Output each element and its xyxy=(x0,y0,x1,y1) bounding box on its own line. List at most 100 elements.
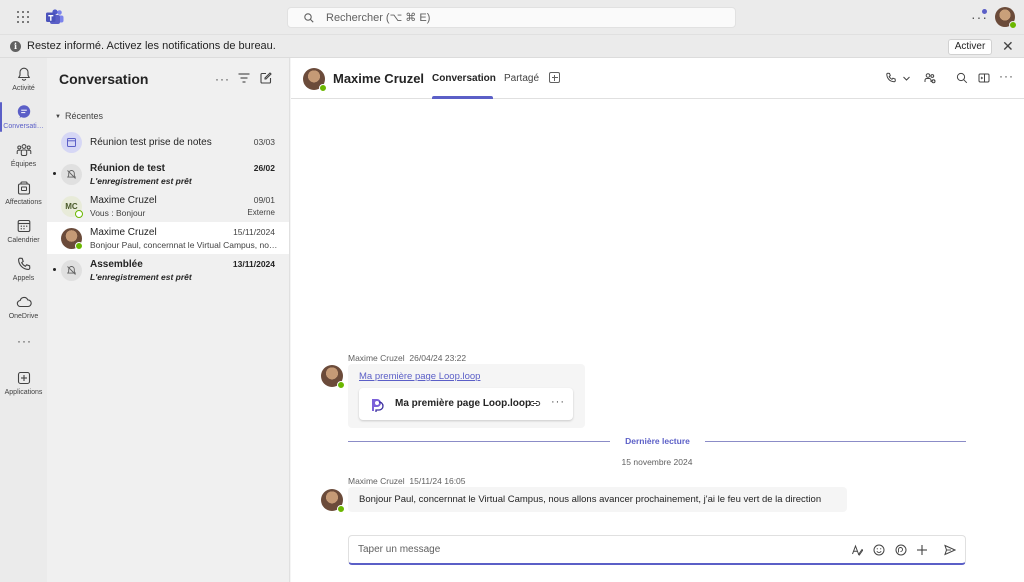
section-recent[interactable]: ▼ Récentes xyxy=(55,111,103,121)
presence-away-icon xyxy=(75,210,83,218)
presence-available-icon xyxy=(75,242,83,250)
chat-icon xyxy=(17,105,30,118)
more-options-icon[interactable]: ··· xyxy=(551,396,565,408)
rail-label: Affectations xyxy=(5,199,42,206)
chevron-down-icon[interactable] xyxy=(902,72,911,84)
search-icon[interactable] xyxy=(956,72,968,84)
loop-compose-icon[interactable] xyxy=(895,544,907,556)
link-icon[interactable] xyxy=(529,399,541,408)
filter-icon[interactable] xyxy=(238,73,250,83)
title-bar: Rechercher (⌥ ⌘ E) ··· xyxy=(0,0,1024,34)
user-avatar[interactable] xyxy=(321,489,345,513)
loop-link[interactable]: Ma première page Loop.loop xyxy=(359,371,480,382)
bell-off-icon xyxy=(67,266,76,275)
rail-item-apps[interactable]: Applications xyxy=(0,366,47,400)
meeting-avatar xyxy=(61,164,82,185)
chat-preview: Bonjour Paul, concernnat le Virtual Camp… xyxy=(90,240,278,250)
rail-item-chat[interactable]: Conversati… xyxy=(0,100,47,134)
phone-icon[interactable] xyxy=(885,72,897,84)
chat-item-maxime-external[interactable]: MC Maxime Cruzel Vous : Bonjour 09/01 Ex… xyxy=(47,190,289,222)
section-label-text: Récentes xyxy=(64,111,103,121)
more-options-icon[interactable]: ··· xyxy=(999,69,1013,83)
add-apps-icon xyxy=(17,371,30,385)
message-meta: Maxime Cruzel 15/11/24 16:05 xyxy=(348,476,466,486)
caret-down-icon: ▼ xyxy=(55,114,61,120)
chat-list-pane: Conversation ··· ▼ Récentes Réunion test … xyxy=(47,58,290,582)
rail-item-calendar[interactable]: Calendrier xyxy=(0,214,47,248)
new-chat-icon[interactable] xyxy=(260,72,272,84)
presence-available-icon xyxy=(1009,21,1017,29)
chat-name: Réunion test prise de notes xyxy=(90,137,212,148)
chat-preview: L'enregistrement est prêt xyxy=(90,176,192,186)
activate-button[interactable]: Activer xyxy=(948,39,992,55)
add-tab-icon[interactable] xyxy=(549,72,560,83)
chat-item-reunion-test[interactable]: Réunion de test L'enregistrement est prê… xyxy=(47,158,289,190)
message-bubble: Bonjour Paul, concernnat le Virtual Camp… xyxy=(348,487,847,512)
unread-dot xyxy=(53,172,56,175)
rail-label: Appels xyxy=(12,275,35,282)
app-launcher-icon[interactable] xyxy=(17,11,29,23)
chat-item-assemblee[interactable]: Assemblée L'enregistrement est prêt 13/1… xyxy=(47,254,289,286)
close-icon[interactable]: ✕ xyxy=(1002,39,1014,53)
calendar-icon xyxy=(17,219,30,233)
loop-card[interactable]: Ma première page Loop.loop ··· xyxy=(359,388,573,420)
user-avatar[interactable] xyxy=(321,365,345,389)
pop-out-icon[interactable] xyxy=(978,72,990,84)
rail-label: Activité xyxy=(12,85,35,92)
rail-label: Calendrier xyxy=(7,237,40,244)
user-avatar[interactable] xyxy=(303,68,327,92)
cloud-icon xyxy=(16,296,32,308)
meeting-avatar xyxy=(61,132,82,153)
last-read-label: Dernière lecture xyxy=(625,436,690,446)
chat-item-maxime-selected[interactable]: Maxime Cruzel Bonjour Paul, concernnat l… xyxy=(47,222,289,254)
teams-icon xyxy=(16,144,31,156)
rail-label: Équipes xyxy=(10,161,37,168)
more-options-icon[interactable]: ··· xyxy=(215,72,230,86)
meeting-avatar xyxy=(61,260,82,281)
rail-label: Applications xyxy=(4,389,43,396)
unread-dot xyxy=(53,268,56,271)
tab-shared[interactable]: Partagé xyxy=(504,73,539,84)
people-add-icon[interactable] xyxy=(924,72,936,84)
chat-preview: L'enregistrement est prêt xyxy=(90,272,192,282)
chat-date: 03/03 xyxy=(253,137,275,147)
message-time: 26/04/24 23:22 xyxy=(409,353,467,363)
profile-avatar[interactable] xyxy=(995,7,1017,29)
message-author: Maxime Cruzel xyxy=(348,353,405,363)
chat-date: 09/01 xyxy=(253,195,275,205)
chat-name: Réunion de test xyxy=(90,163,166,174)
calendar-icon xyxy=(67,138,76,147)
loop-card-title: Ma première page Loop.loop xyxy=(395,398,532,409)
presence-available-icon xyxy=(337,505,345,513)
rail-item-activity[interactable]: Activité xyxy=(0,62,47,96)
more-apps-icon[interactable]: ··· xyxy=(17,334,32,348)
teams-logo-icon xyxy=(46,9,64,24)
search-placeholder: Rechercher (⌥ ⌘ E) xyxy=(326,12,431,24)
search-icon xyxy=(304,12,314,23)
chat-date: 13/11/2024 xyxy=(232,259,275,269)
message-input[interactable] xyxy=(358,544,828,555)
format-icon[interactable] xyxy=(851,544,863,556)
bell-icon xyxy=(17,67,30,81)
rail-item-assignments[interactable]: Affectations xyxy=(0,176,47,210)
rail-item-onedrive[interactable]: OneDrive xyxy=(0,290,47,324)
plus-icon[interactable] xyxy=(916,544,928,556)
search-input[interactable]: Rechercher (⌥ ⌘ E) xyxy=(287,7,736,28)
send-icon[interactable] xyxy=(944,544,956,556)
emoji-icon[interactable] xyxy=(873,544,885,556)
last-read-line xyxy=(705,441,966,442)
presence-available-icon xyxy=(337,381,345,389)
bell-off-icon xyxy=(67,170,76,179)
conversation-title: Maxime Cruzel xyxy=(333,71,425,86)
app-rail: Activité Conversati… Équipes Affectation… xyxy=(0,58,47,582)
info-icon: i xyxy=(10,41,21,52)
last-read-line xyxy=(348,441,610,442)
rail-item-calls[interactable]: Appels xyxy=(0,252,47,286)
tab-conversation[interactable]: Conversation xyxy=(432,73,496,84)
chat-item-reunion-notes[interactable]: Réunion test prise de notes 03/03 xyxy=(47,126,289,158)
date-separator: 15 novembre 2024 xyxy=(621,457,693,467)
rail-item-teams[interactable]: Équipes xyxy=(0,138,47,172)
compose-box[interactable] xyxy=(348,535,966,565)
message-author: Maxime Cruzel xyxy=(348,476,405,486)
chat-name: Maxime Cruzel xyxy=(90,195,157,206)
